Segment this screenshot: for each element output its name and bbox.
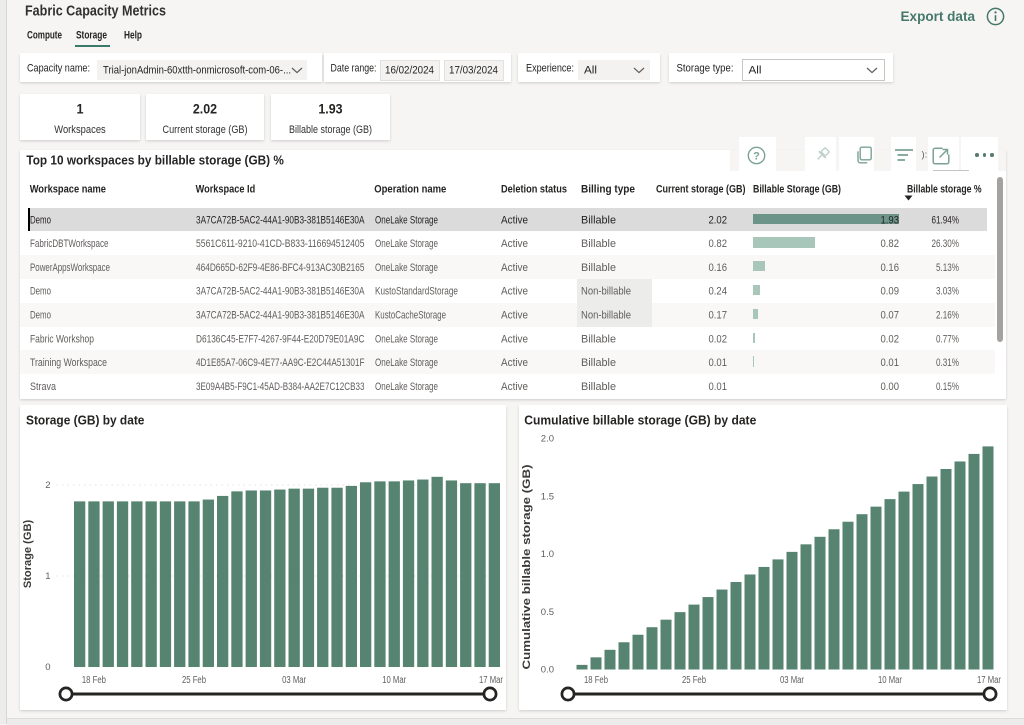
svg-text:18 Feb: 18 Feb	[584, 675, 608, 686]
svg-text:Export data: Export data	[901, 9, 976, 24]
svg-text:25 Feb: 25 Feb	[182, 675, 206, 686]
svg-text:Storage: Storage	[76, 30, 107, 42]
svg-text:1.0: 1.0	[541, 549, 554, 560]
svg-text:03 Mar: 03 Mar	[780, 675, 805, 686]
svg-text:17 Mar: 17 Mar	[479, 675, 504, 686]
svg-text:?: ?	[753, 150, 760, 162]
svg-text:10 Mar: 10 Mar	[878, 675, 903, 686]
svg-text:1: 1	[45, 571, 50, 582]
svg-text:10 Mar: 10 Mar	[382, 675, 407, 686]
svg-text:17 Mar: 17 Mar	[977, 675, 1002, 686]
svg-text:Cumulative billable storage (G: Cumulative billable storage (GB)	[521, 464, 533, 669]
svg-text:2: 2	[45, 480, 50, 491]
svg-text:0.0: 0.0	[541, 665, 554, 676]
svg-text:0.5: 0.5	[541, 607, 554, 618]
svg-text:1.5: 1.5	[541, 491, 554, 502]
svg-text:03 Mar: 03 Mar	[282, 675, 307, 686]
svg-text:Storage (GB): Storage (GB)	[22, 520, 34, 589]
svg-text:Help: Help	[124, 30, 142, 42]
svg-text:25 Feb: 25 Feb	[682, 675, 706, 686]
svg-text:Storage (GB) by date: Storage (GB) by date	[26, 413, 144, 428]
svg-text:0: 0	[45, 662, 50, 673]
svg-text:18 Feb: 18 Feb	[82, 675, 106, 686]
svg-text:Fabric Capacity Metrics: Fabric Capacity Metrics	[25, 4, 166, 20]
svg-text:Compute: Compute	[27, 30, 62, 42]
svg-text:Cumulative billable storage (G: Cumulative billable storage (GB) by date	[524, 413, 756, 428]
svg-text:2.0: 2.0	[541, 434, 554, 445]
